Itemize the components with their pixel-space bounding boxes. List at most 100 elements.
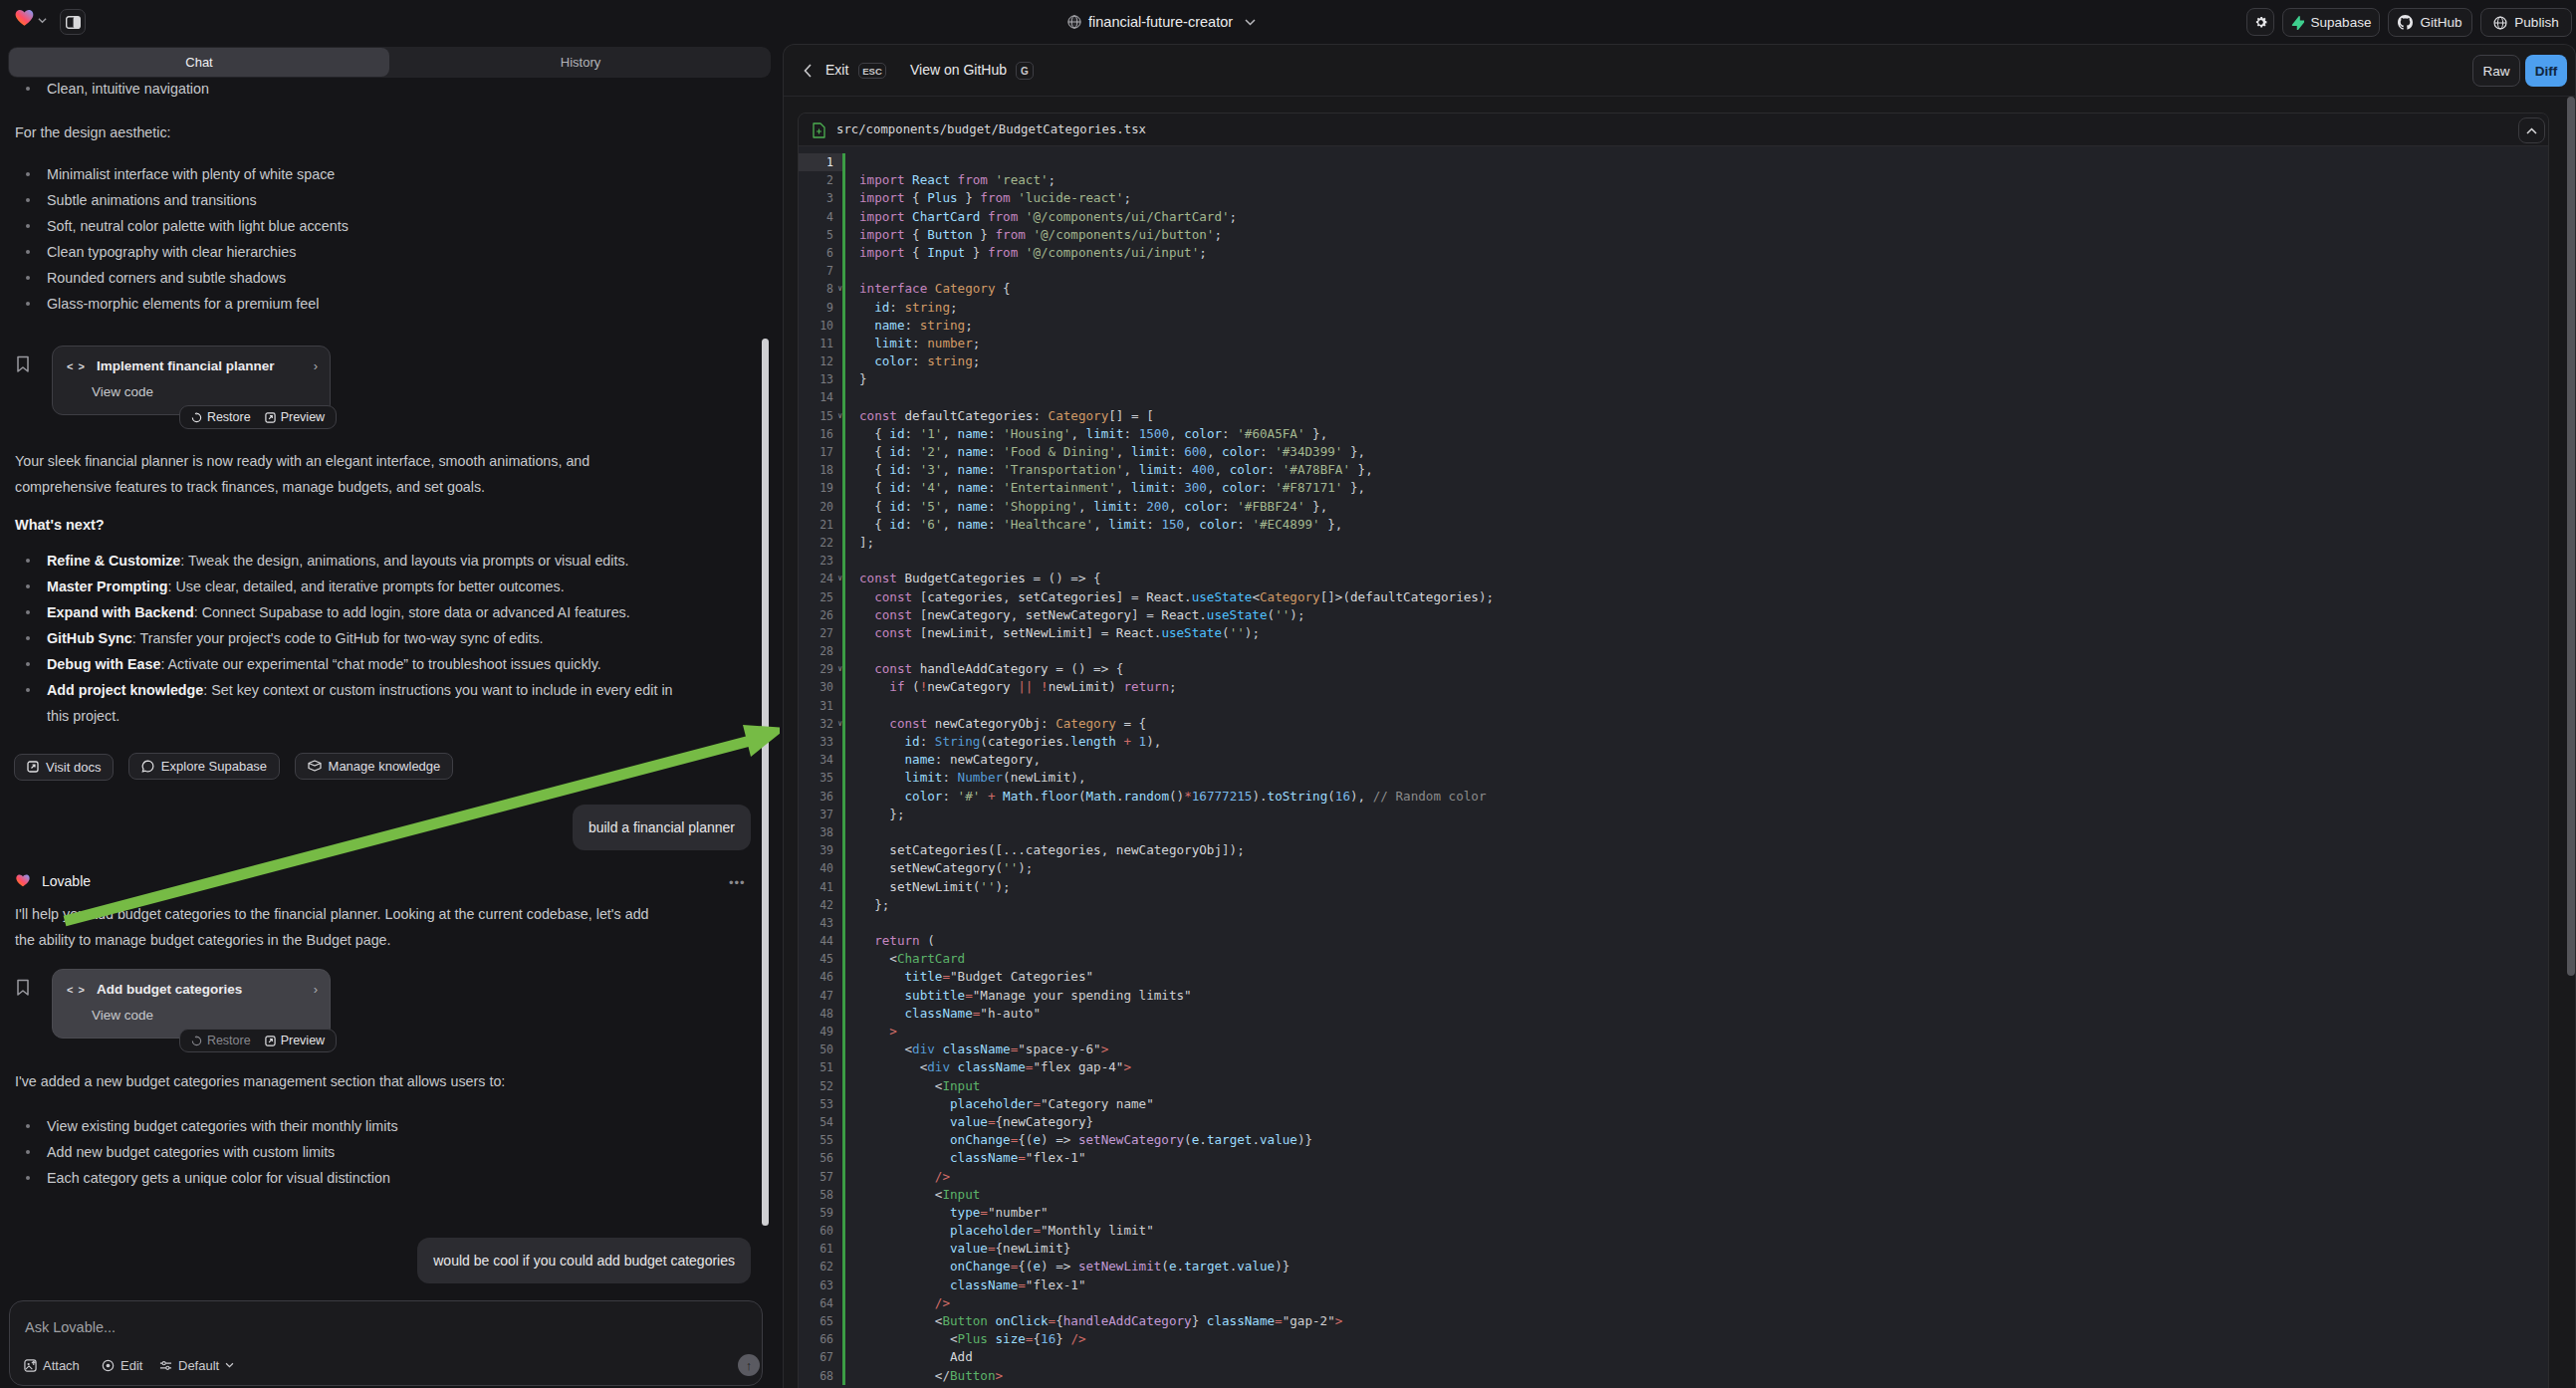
code-line: 59 type="number" bbox=[799, 1204, 2548, 1222]
code-scrollbar[interactable] bbox=[2567, 97, 2575, 976]
code-line: 15∨const defaultCategories: Category[] =… bbox=[799, 407, 2548, 425]
code-line: 65 <Button onClick={handleAddCategory} c… bbox=[799, 1312, 2548, 1330]
code-line: 25 const [categories, setCategories] = R… bbox=[799, 588, 2548, 606]
code-line: 58 <Input bbox=[799, 1186, 2548, 1204]
code-line: 54 value={newCategory} bbox=[799, 1113, 2548, 1131]
code-view-panel: Exit ESC View on GitHub G Raw Diff src/c… bbox=[783, 44, 2576, 1388]
esc-key-badge: ESC bbox=[858, 63, 886, 79]
code-line: 66 <Plus size={16} /> bbox=[799, 1330, 2548, 1348]
code-line: 31 bbox=[799, 697, 2548, 715]
code-line: 17 { id: '2', name: 'Food & Dining', lim… bbox=[799, 443, 2548, 461]
code-line: 48 className="h-auto" bbox=[799, 1005, 2548, 1023]
code-view-header: Exit ESC View on GitHub G Raw Diff bbox=[784, 45, 2575, 97]
code-line: 26 const [newCategory, setNewCategory] =… bbox=[799, 606, 2548, 624]
supabase-label: Supabase bbox=[2311, 15, 2372, 30]
code-line: 53 placeholder="Category name" bbox=[799, 1095, 2548, 1113]
code-line: 50 <div className="space-y-6"> bbox=[799, 1041, 2548, 1058]
code-line: 23 bbox=[799, 552, 2548, 570]
supabase-icon bbox=[2291, 16, 2304, 30]
publish-button[interactable]: Publish bbox=[2480, 8, 2572, 37]
code-line: 39 setCategories([...categories, newCate… bbox=[799, 841, 2548, 859]
code-line: 45 <ChartCard bbox=[799, 950, 2548, 968]
code-line: 67 Add bbox=[799, 1348, 2548, 1366]
code-line: 47 subtitle="Manage your spending limits… bbox=[799, 987, 2548, 1005]
code-line: 18 { id: '3', name: 'Transportation', li… bbox=[799, 461, 2548, 479]
publish-globe-icon bbox=[2493, 16, 2507, 30]
code-line: 16 { id: '1', name: 'Housing', limit: 15… bbox=[799, 425, 2548, 443]
project-chevron-down-icon[interactable] bbox=[1245, 19, 1256, 26]
code-line: 28 bbox=[799, 642, 2548, 660]
code-line: 14 bbox=[799, 388, 2548, 406]
code-line: 27 const [newLimit, setNewLimit] = React… bbox=[799, 624, 2548, 642]
code-line: 9 id: string; bbox=[799, 299, 2548, 317]
code-line: 35 limit: Number(newLimit), bbox=[799, 769, 2548, 787]
raw-toggle-button[interactable]: Raw bbox=[2472, 55, 2520, 87]
chevron-up-icon bbox=[2526, 127, 2537, 134]
gear-icon bbox=[2253, 15, 2268, 30]
chat-panel: Chat History Clean, intuitive navigation… bbox=[0, 0, 780, 1388]
code-line: 33 id: String(categories.length + 1), bbox=[799, 733, 2548, 751]
code-line: 10 name: string; bbox=[799, 317, 2548, 335]
code-line: 52 <Input bbox=[799, 1077, 2548, 1095]
code-line: 51 <div className="flex gap-4"> bbox=[799, 1058, 2548, 1076]
project-name[interactable]: financial-future-creator bbox=[1088, 14, 1233, 31]
file-header[interactable]: src/components/budget/BudgetCategories.t… bbox=[799, 114, 2548, 146]
code-line: 34 name: newCategory, bbox=[799, 751, 2548, 769]
code-line: 43 bbox=[799, 914, 2548, 932]
code-line: 49 > bbox=[799, 1023, 2548, 1041]
code-line: 5import { Button } from '@/components/ui… bbox=[799, 226, 2548, 244]
diff-toggle-button[interactable]: Diff bbox=[2525, 55, 2567, 87]
code-line: 8∨interface Category { bbox=[799, 280, 2548, 298]
code-lines[interactable]: 12import React from 'react';3import { Pl… bbox=[799, 146, 2548, 1385]
code-line: 6import { Input } from '@/components/ui/… bbox=[799, 244, 2548, 262]
code-line: 30 if (!newCategory || !newLimit) return… bbox=[799, 678, 2548, 696]
code-line: 68 </Button> bbox=[799, 1367, 2548, 1385]
code-line: 40 setNewCategory(''); bbox=[799, 859, 2548, 877]
code-line: 7 bbox=[799, 262, 2548, 280]
code-line: 19 { id: '4', name: 'Entertainment', lim… bbox=[799, 479, 2548, 497]
code-line: 61 value={newLimit} bbox=[799, 1240, 2548, 1258]
exit-button[interactable]: Exit bbox=[825, 62, 848, 78]
settings-button[interactable] bbox=[2246, 8, 2274, 36]
code-line: 1 bbox=[799, 153, 2548, 171]
code-line: 64 /> bbox=[799, 1294, 2548, 1312]
code-line: 56 className="flex-1" bbox=[799, 1149, 2548, 1167]
code-line: 20 { id: '5', name: 'Shopping', limit: 2… bbox=[799, 498, 2548, 516]
code-line: 22]; bbox=[799, 534, 2548, 552]
code-line: 36 color: '#' + Math.floor(Math.random()… bbox=[799, 788, 2548, 806]
annotation-arrow bbox=[0, 0, 780, 1388]
collapse-file-button[interactable] bbox=[2518, 117, 2545, 143]
code-line: 44 return ( bbox=[799, 932, 2548, 950]
file-path: src/components/budget/BudgetCategories.t… bbox=[836, 114, 1146, 146]
code-line: 21 { id: '6', name: 'Healthcare', limit:… bbox=[799, 516, 2548, 534]
github-label: GitHub bbox=[2420, 15, 2461, 30]
code-line: 60 placeholder="Monthly limit" bbox=[799, 1222, 2548, 1240]
code-line: 24∨const BudgetCategories = () => { bbox=[799, 570, 2548, 587]
code-line: 13} bbox=[799, 370, 2548, 388]
code-line: 63 className="flex-1" bbox=[799, 1276, 2548, 1294]
code-line: 32∨ const newCategoryObj: Category = { bbox=[799, 715, 2548, 733]
code-line: 57 /> bbox=[799, 1168, 2548, 1186]
code-line: 12 color: string; bbox=[799, 352, 2548, 370]
supabase-button[interactable]: Supabase bbox=[2282, 8, 2380, 37]
project-globe-icon bbox=[1067, 15, 1081, 29]
code-line: 29∨ const handleAddCategory = () => { bbox=[799, 660, 2548, 678]
view-on-github-link[interactable]: View on GitHub bbox=[910, 62, 1007, 78]
code-line: 38 bbox=[799, 823, 2548, 841]
publish-label: Publish bbox=[2514, 15, 2558, 30]
code-line: 42 }; bbox=[799, 896, 2548, 914]
github-icon bbox=[2398, 15, 2413, 30]
code-line: 55 onChange={(e) => setNewCategory(e.tar… bbox=[799, 1131, 2548, 1149]
code-line: 37 }; bbox=[799, 806, 2548, 823]
code-line: 11 limit: number; bbox=[799, 335, 2548, 352]
code-line: 2import React from 'react'; bbox=[799, 171, 2548, 189]
chevron-left-icon[interactable] bbox=[804, 64, 812, 78]
code-line: 3import { Plus } from 'lucide-react'; bbox=[799, 189, 2548, 207]
g-key-badge: G bbox=[1016, 62, 1034, 80]
github-button[interactable]: GitHub bbox=[2388, 8, 2472, 37]
file-diff-container: src/components/budget/BudgetCategories.t… bbox=[798, 113, 2549, 1388]
code-line: 4import ChartCard from '@/components/ui/… bbox=[799, 208, 2548, 226]
added-file-icon bbox=[813, 122, 825, 138]
code-line: 46 title="Budget Categories" bbox=[799, 968, 2548, 986]
code-line: 41 setNewLimit(''); bbox=[799, 878, 2548, 896]
